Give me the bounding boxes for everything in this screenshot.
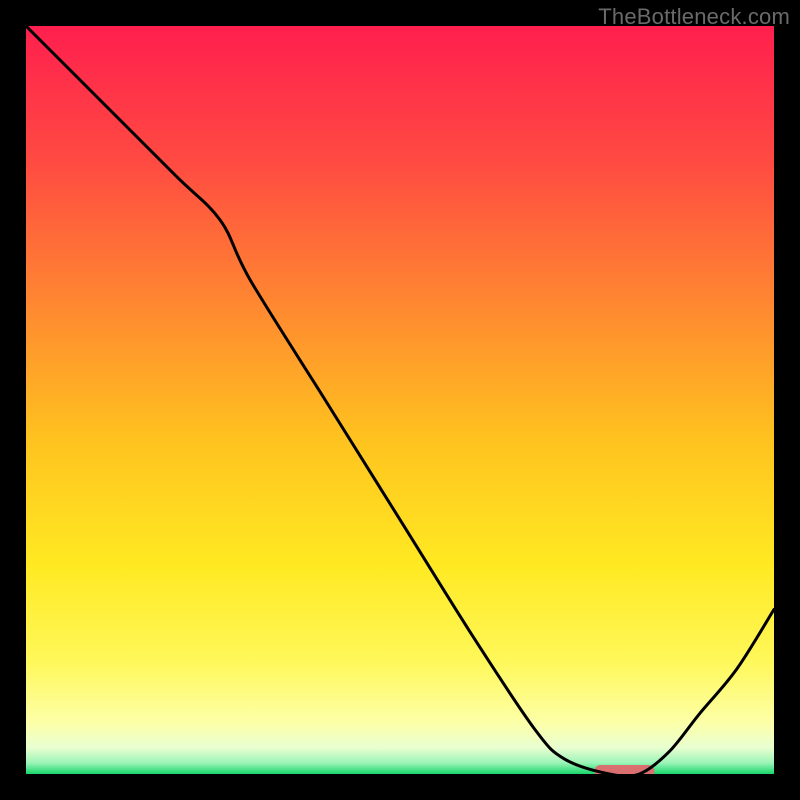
chart-svg: [26, 26, 774, 774]
plot-area: [26, 26, 774, 774]
chart-frame: TheBottleneck.com: [0, 0, 800, 800]
